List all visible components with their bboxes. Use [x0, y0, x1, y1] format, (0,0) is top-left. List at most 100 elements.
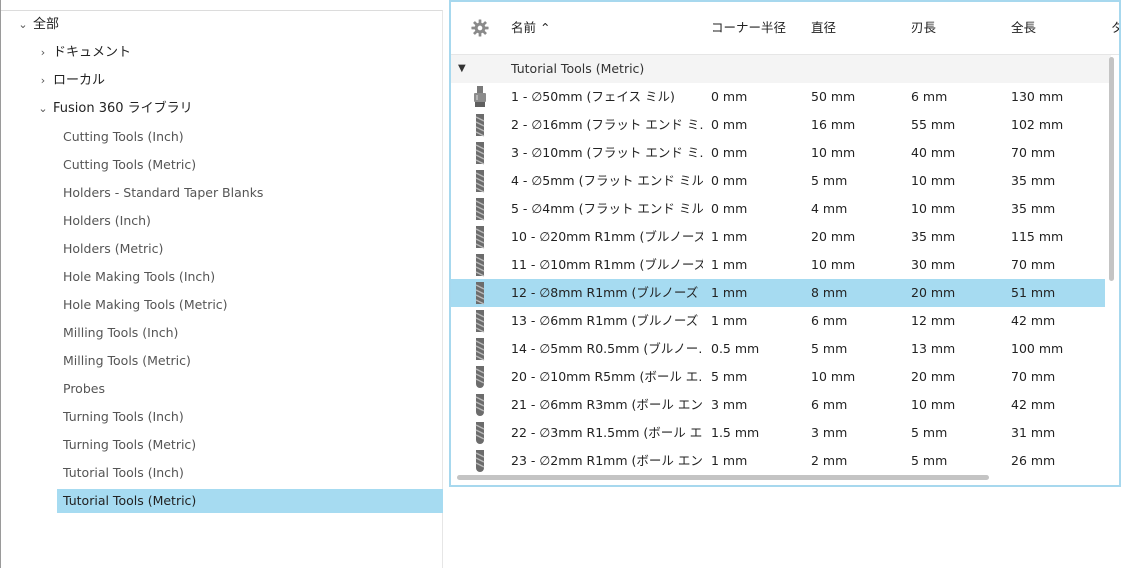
collapse-triangle-icon[interactable]: ▼	[458, 55, 466, 83]
cell-name: 3 - ∅10mm (フラット エンド ミ…	[511, 145, 703, 160]
tree-library-item[interactable]: Hole Making Tools (Metric)	[63, 293, 228, 317]
cell-flute: 6 mm	[911, 89, 948, 104]
cell-diameter: 20 mm	[811, 229, 856, 244]
table-row[interactable]: 22 - ∅3mm R1.5mm (ボール エ… 1.5 mm 3 mm 5 mm 31…	[451, 419, 1105, 447]
cell-name: 5 - ∅4mm (フラット エンド ミル)	[511, 201, 703, 216]
column-header-truncated[interactable]: タ	[1111, 2, 1119, 54]
cell-overall: 100 mm	[1011, 341, 1064, 356]
tree-library-item[interactable]: Milling Tools (Inch)	[63, 321, 178, 345]
gear-icon[interactable]	[471, 19, 489, 37]
cell-diameter: 4 mm	[811, 201, 848, 216]
table-row[interactable]: 23 - ∅2mm R1mm (ボール エン… 1 mm 2 mm 5 mm 26 mm	[451, 447, 1105, 475]
end-mill-icon	[475, 338, 485, 361]
cell-corner: 0 mm	[711, 89, 748, 104]
tree-library-item[interactable]: Turning Tools (Metric)	[63, 433, 196, 457]
cell-corner: 0 mm	[711, 117, 748, 132]
tree-node-label: ローカル	[53, 73, 106, 88]
cell-corner: 0 mm	[711, 201, 748, 216]
table-row[interactable]: 13 - ∅6mm R1mm (ブルノーズ … 1 mm 6 mm 12 mm 42 m…	[451, 307, 1105, 335]
cell-name: 11 - ∅10mm R1mm (ブルノーズ …	[511, 257, 703, 272]
cell-flute: 13 mm	[911, 341, 956, 356]
table-row[interactable]: 2 - ∅16mm (フラット エンド ミ… 0 mm 16 mm 55 mm 102 …	[451, 111, 1105, 139]
cell-corner: 1 mm	[711, 313, 748, 328]
cell-overall: 26 mm	[1011, 453, 1056, 468]
chevron-right-icon[interactable]: ›	[37, 69, 49, 93]
tree-node-label: Fusion 360 ライブラリ	[53, 101, 193, 116]
cell-overall: 70 mm	[1011, 145, 1056, 160]
ball-mill-icon	[475, 422, 485, 444]
column-header-diameter[interactable]: 直径	[811, 2, 836, 54]
column-header-flute-length[interactable]: 刃長	[911, 2, 936, 54]
horizontal-scrollbar[interactable]	[457, 475, 989, 480]
tree-node-all[interactable]: ⌄ 全部	[17, 13, 59, 37]
cell-diameter: 3 mm	[811, 425, 848, 440]
table-row[interactable]: 14 - ∅5mm R0.5mm (ブルノー… 0.5 mm 5 mm 13 mm 10…	[451, 335, 1105, 363]
cell-diameter: 2 mm	[811, 453, 848, 468]
tool-table-panel: 名前 ⌃ コーナー半径 直径 刃長 全長 タ ▼ Tutorial Tools …	[449, 0, 1121, 487]
cell-diameter: 6 mm	[811, 397, 848, 412]
tree-library-item[interactable]: Turning Tools (Inch)	[63, 405, 184, 429]
cell-diameter: 8 mm	[811, 285, 848, 300]
tree-library-item[interactable]: Hole Making Tools (Inch)	[63, 265, 215, 289]
tree-library-item[interactable]: Holders (Metric)	[63, 237, 163, 261]
tree-node-fusion-library[interactable]: ⌄ Fusion 360 ライブラリ	[37, 97, 193, 121]
tree-library-item[interactable]: Probes	[63, 377, 105, 401]
table-row[interactable]: 4 - ∅5mm (フラット エンド ミル) 0 mm 5 mm 10 mm 35 mm	[451, 167, 1105, 195]
chevron-down-icon[interactable]: ⌄	[37, 97, 49, 121]
vertical-scrollbar[interactable]	[1109, 57, 1114, 281]
cell-name: 21 - ∅6mm R3mm (ボール エン…	[511, 397, 703, 412]
cell-flute: 5 mm	[911, 453, 948, 468]
cell-flute: 5 mm	[911, 425, 948, 440]
table-row[interactable]: 10 - ∅20mm R1mm (ブルノーズ… 1 mm 20 mm 35 mm 115…	[451, 223, 1105, 251]
chevron-down-icon[interactable]: ⌄	[17, 13, 29, 37]
end-mill-icon	[475, 114, 485, 137]
table-row[interactable]: 11 - ∅10mm R1mm (ブルノーズ … 1 mm 10 mm 30 mm 70…	[451, 251, 1105, 279]
face-mill-icon	[474, 86, 486, 107]
tree-node-documents[interactable]: › ドキュメント	[37, 41, 131, 65]
tree-library-item[interactable]: Milling Tools (Metric)	[63, 349, 191, 373]
cell-overall: 35 mm	[1011, 201, 1056, 216]
chevron-right-icon[interactable]: ›	[37, 41, 49, 65]
cell-overall: 31 mm	[1011, 425, 1056, 440]
cell-diameter: 16 mm	[811, 117, 856, 132]
column-header-name[interactable]: 名前 ⌃	[511, 2, 550, 54]
table-row[interactable]: 20 - ∅10mm R5mm (ボール エ… 5 mm 10 mm 20 mm 70 …	[451, 363, 1105, 391]
cell-diameter: 5 mm	[811, 173, 848, 188]
cell-flute: 30 mm	[911, 257, 956, 272]
cell-diameter: 6 mm	[811, 313, 848, 328]
table-row[interactable]: 3 - ∅10mm (フラット エンド ミ… 0 mm 10 mm 40 mm 70 m…	[451, 139, 1105, 167]
end-mill-icon	[475, 142, 485, 165]
table-row[interactable]: 21 - ∅6mm R3mm (ボール エン… 3 mm 6 mm 10 mm 42 m…	[451, 391, 1105, 419]
tree-library-item[interactable]: Holders (Inch)	[63, 209, 151, 233]
cell-name: 4 - ∅5mm (フラット エンド ミル)	[511, 173, 703, 188]
ball-mill-icon	[475, 394, 485, 416]
column-header-overall-length[interactable]: 全長	[1011, 2, 1036, 54]
table-row[interactable]: 1 - ∅50mm (フェイス ミル) 0 mm 50 mm 6 mm 130 mm	[451, 83, 1105, 111]
cell-flute: 10 mm	[911, 397, 956, 412]
cell-name: 2 - ∅16mm (フラット エンド ミ…	[511, 117, 703, 132]
tree-library-item[interactable]: Tutorial Tools (Inch)	[63, 461, 184, 485]
tree-library-item[interactable]: Holders - Standard Taper Blanks	[63, 181, 263, 205]
table-header: 名前 ⌃ コーナー半径 直径 刃長 全長 タ	[451, 2, 1119, 55]
tree-node-local[interactable]: › ローカル	[37, 69, 105, 93]
cell-corner: 0 mm	[711, 145, 748, 160]
tree-library-item[interactable]: Cutting Tools (Metric)	[63, 153, 196, 177]
cell-flute: 35 mm	[911, 229, 956, 244]
cell-overall: 70 mm	[1011, 369, 1056, 384]
cell-corner: 1.5 mm	[711, 425, 760, 440]
tree-library-item[interactable]: Tutorial Tools (Metric)	[57, 489, 443, 513]
cell-flute: 12 mm	[911, 313, 956, 328]
cell-corner: 3 mm	[711, 397, 748, 412]
cell-corner: 1 mm	[711, 285, 748, 300]
cell-flute: 55 mm	[911, 117, 956, 132]
cell-corner: 1 mm	[711, 453, 748, 468]
column-header-corner-radius[interactable]: コーナー半径	[711, 2, 786, 54]
table-row[interactable]: 5 - ∅4mm (フラット エンド ミル) 0 mm 4 mm 10 mm 35 mm	[451, 195, 1105, 223]
cell-overall: 102 mm	[1011, 117, 1064, 132]
cell-name: 14 - ∅5mm R0.5mm (ブルノー…	[511, 341, 703, 356]
table-row[interactable]: 12 - ∅8mm R1mm (ブルノーズ … 1 mm 8 mm 20 mm 51 m…	[451, 279, 1105, 307]
group-row[interactable]: ▼ Tutorial Tools (Metric)	[451, 55, 1111, 83]
tree-library-item[interactable]: Cutting Tools (Inch)	[63, 125, 184, 149]
cell-overall: 115 mm	[1011, 229, 1064, 244]
cell-name: 13 - ∅6mm R1mm (ブルノーズ …	[511, 313, 703, 328]
